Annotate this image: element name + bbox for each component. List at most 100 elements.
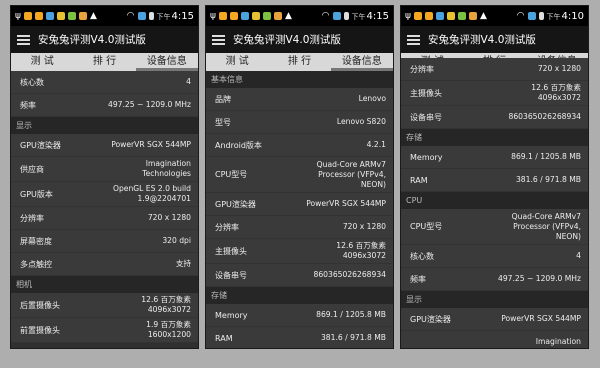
info-row: Android版本 4.2.1	[206, 134, 393, 157]
app-title: 安兔兔评测V4.0测试版	[428, 34, 536, 46]
device-info-list[interactable]: 基本信息 品牌 Lenovo 型号 Lenovo S820 Android版本 4.2.1 C…	[206, 71, 393, 348]
info-value: 497.25 ~ 1209.0 MHz	[498, 274, 581, 283]
info-row: 多点触控 支持	[11, 253, 198, 276]
clock-period: 下午	[546, 12, 561, 21]
info-label: 设备串号	[410, 112, 442, 122]
whatsapp-icon	[457, 12, 466, 20]
clock-period: 下午	[351, 12, 366, 21]
info-value: 12.6 百万象素 4096x3072	[531, 83, 581, 102]
info-row: GPU渲染器 PowerVR SGX 544MP	[206, 193, 393, 216]
info-label: 前置摄像头	[20, 325, 60, 335]
info-value: 720 x 1280	[147, 213, 191, 222]
section-header: 基本信息	[206, 71, 393, 88]
info-label: RAM	[215, 333, 233, 343]
menu-icon[interactable]	[407, 34, 420, 45]
status-bar: ψ ▲ ◠ 下午4:15	[11, 6, 198, 26]
info-value: PowerVR SGX 544MP	[306, 199, 386, 208]
info-row: Imagination	[401, 331, 588, 348]
status-right: ◠ 下午4:10	[517, 11, 584, 22]
tab-bar: 测 试排 行设备信息	[11, 53, 198, 71]
mail-icon	[251, 12, 260, 20]
info-label: 主摄像头	[215, 246, 247, 256]
info-value: Imagination Technologies	[142, 159, 191, 178]
section-header: 显示	[401, 291, 588, 308]
tab-device-info[interactable]: 设备信息	[135, 53, 198, 71]
menu-icon[interactable]	[212, 34, 225, 45]
info-label: 型号	[215, 117, 231, 127]
antutu-icon	[218, 12, 227, 20]
info-row: Memory 869.1 / 1205.8 MB	[401, 146, 588, 169]
tab-test[interactable]: 测 试	[11, 53, 73, 71]
info-value: OpenGL ES 2.0 build 1.9@2204701	[112, 184, 191, 203]
wifi-icon: ◠	[516, 11, 525, 21]
warning-icon: ▲	[89, 11, 97, 21]
tab-rank[interactable]: 排 行	[268, 53, 330, 71]
info-value: Lenovo	[358, 94, 386, 103]
info-value: 320 dpi	[162, 236, 191, 245]
info-row: GPU渲染器 PowerVR SGX 544MP	[401, 308, 588, 331]
app-title-bar: 安兔兔评测V4.0测试版	[11, 26, 198, 53]
info-label: CPU型号	[410, 222, 443, 231]
info-label: GPU渲染器	[20, 140, 61, 150]
tab-rank[interactable]: 排 行	[73, 53, 135, 71]
signal-icon	[137, 12, 146, 20]
section-header: 相机	[11, 276, 198, 293]
info-label: GPU渲染器	[410, 314, 451, 324]
info-label: GPU版本	[20, 189, 53, 199]
info-label: 核心数	[410, 251, 434, 261]
cat-icon	[468, 12, 477, 20]
device-info-list[interactable]: 分辨率 720 x 1280 主摄像头 12.6 百万象素 4096x3072 设备串号…	[401, 58, 588, 348]
info-row: 频率 497.25 ~ 1209.0 MHz	[401, 268, 588, 291]
info-value: Imagination	[535, 337, 581, 346]
info-value: 381.6 / 971.8 MB	[515, 175, 581, 184]
network-icon	[45, 12, 54, 20]
info-label: 屏幕密度	[20, 236, 52, 246]
info-value: 720 x 1280	[342, 222, 386, 231]
antutu-icon	[23, 12, 32, 20]
section-header: CPU	[401, 192, 588, 209]
cat-icon	[78, 12, 87, 20]
info-value: Lenovo S820	[336, 117, 386, 126]
app-title: 安兔兔评测V4.0测试版	[233, 34, 341, 46]
section-header: 显示	[11, 117, 198, 134]
info-label: Android版本	[215, 140, 262, 150]
info-value: 支持	[175, 259, 191, 268]
app-title-bar: 安兔兔评测V4.0测试版	[401, 26, 588, 53]
info-row: 屏幕密度 320 dpi	[11, 230, 198, 253]
mail-icon	[446, 12, 455, 20]
clock-time: 4:10	[561, 10, 584, 22]
whatsapp-icon	[262, 12, 271, 20]
info-row: 核心数 4	[11, 71, 198, 94]
clock-period: 下午	[156, 12, 171, 21]
antutu-icon	[413, 12, 422, 20]
wifi-icon: ◠	[126, 11, 135, 21]
info-label: CPU型号	[215, 170, 248, 179]
info-row: 品牌 Lenovo	[206, 88, 393, 111]
info-row: 型号 Lenovo S820	[206, 111, 393, 134]
info-value: 1.9 百万象素 1600x1200	[146, 320, 191, 339]
phone-screen-3: ψ▲◠下午4:10安兔兔评测V4.0测试版测 试排 行设备信息分辨率720 x …	[400, 5, 589, 349]
tab-test[interactable]: 测 试	[206, 53, 268, 71]
info-label: 主摄像头	[410, 88, 442, 98]
info-row: 分辨率 720 x 1280	[206, 216, 393, 239]
info-label: 设备串号	[215, 270, 247, 280]
info-label: 分辨率	[20, 213, 44, 223]
usb-icon: ψ	[210, 11, 216, 21]
tab-device-info[interactable]: 设备信息	[330, 53, 393, 71]
info-row: 后置摄像头 12.6 百万象素 4096x3072	[11, 293, 198, 318]
info-label: Memory	[410, 152, 443, 162]
clock-time: 4:15	[366, 10, 389, 22]
info-value: 4	[186, 77, 191, 86]
menu-icon[interactable]	[17, 34, 30, 45]
info-value: 860365026268934	[508, 112, 581, 121]
signal-icon	[527, 12, 536, 20]
signal-icon	[332, 12, 341, 20]
info-row: CPU型号 Quad-Core ARMv7 Processor (VFPv4, N…	[401, 209, 588, 245]
section-header: 存储	[401, 129, 588, 146]
info-row: 频率 497.25 ~ 1209.0 MHz	[11, 94, 198, 117]
device-info-list[interactable]: 核心数 4 频率 497.25 ~ 1209.0 MHz 显示 GPU渲染器 PowerVR…	[11, 71, 198, 343]
info-row: CPU型号 Quad-Core ARMv7 Processor (VFPv4, N…	[206, 157, 393, 193]
app-title: 安兔兔评测V4.0测试版	[38, 34, 146, 46]
warning-icon: ▲	[284, 11, 292, 21]
cat-icon	[273, 12, 282, 20]
